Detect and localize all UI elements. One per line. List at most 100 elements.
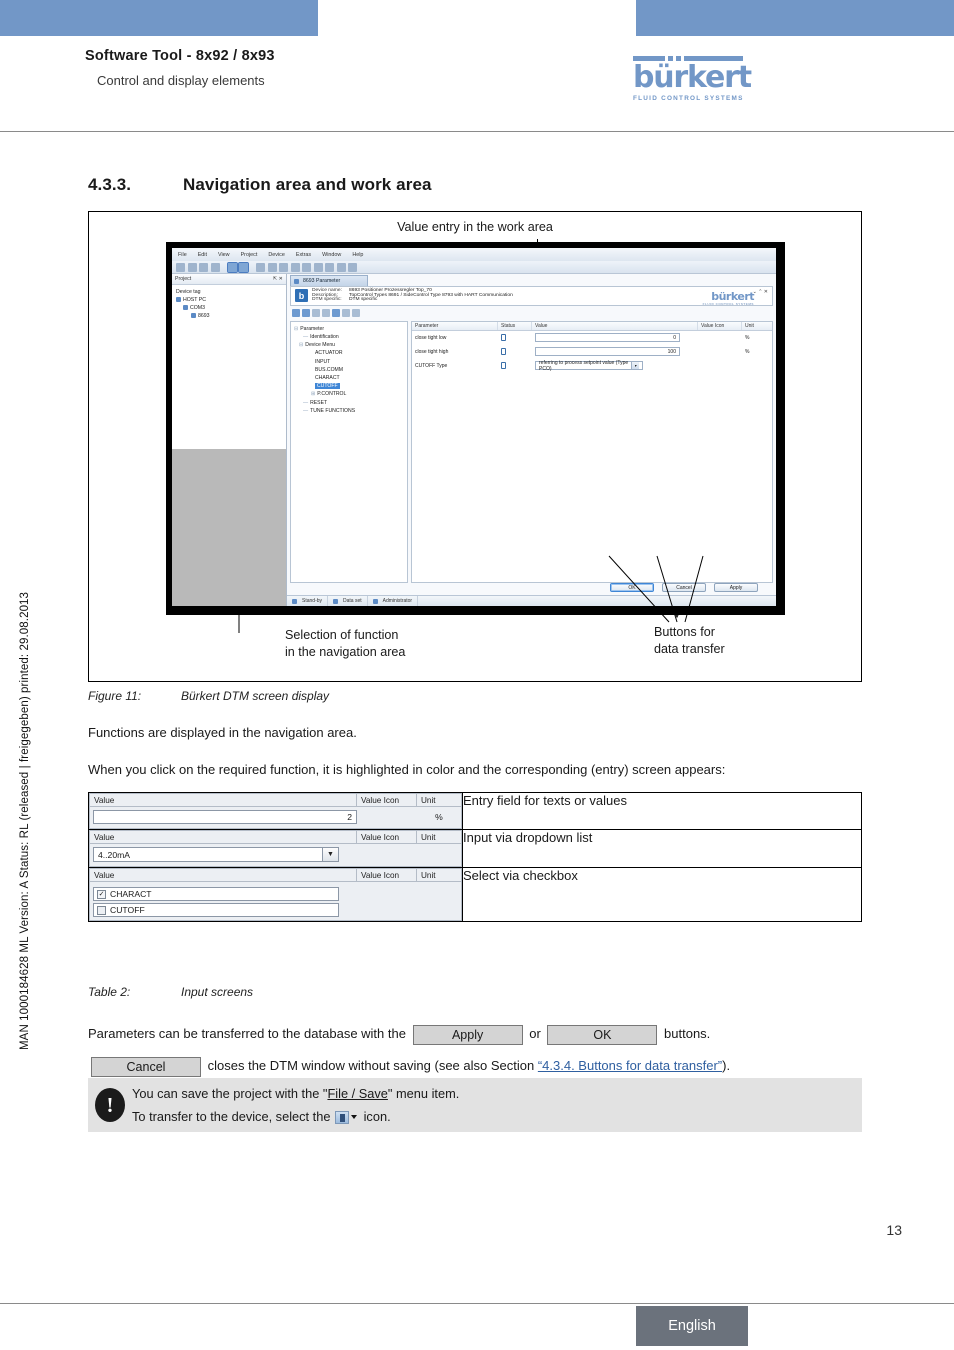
status-icon <box>501 334 506 342</box>
status-dataset: Data set <box>328 596 368 606</box>
refresh-icon[interactable] <box>332 309 340 318</box>
nav-item-parameter[interactable]: ⊟ Parameter <box>293 325 405 333</box>
checkbox-unchecked-icon[interactable] <box>97 905 106 915</box>
checkbox-row-charact[interactable]: ✓ CHARACT <box>93 887 339 901</box>
widget-col-value: Value <box>90 831 357 843</box>
menu-window[interactable]: Window <box>322 252 341 258</box>
nav-item-reset[interactable]: — RESET <box>293 399 405 407</box>
widget-dropdown: Value Value Icon Unit 4..20mA ▼ <box>88 829 463 868</box>
connect-icon[interactable] <box>290 262 300 272</box>
table-row: Value Value Icon Unit ✓ CHARACT CUTOFF S… <box>88 867 862 922</box>
dtm-secondary-toolbar[interactable] <box>287 308 776 319</box>
print-icon[interactable] <box>210 262 220 272</box>
col-status: Status <box>498 321 532 330</box>
transfer-paragraph: Parameters can be transferred to the dat… <box>88 1018 868 1082</box>
project-node-hostpc[interactable]: HOST PC <box>174 296 284 304</box>
callout-data-transfer: Buttons for data transfer <box>654 625 725 656</box>
nav-item-input[interactable]: INPUT <box>293 358 405 366</box>
cancel-button-inline[interactable]: Cancel <box>91 1056 201 1077</box>
dtm-toolbar[interactable] <box>172 261 776 274</box>
project-node-com3[interactable]: COM3 <box>174 304 284 312</box>
value-dropdown[interactable]: 4..20mA ▼ <box>93 847 339 862</box>
work-pane-tab[interactable]: 8693 Parameter <box>290 275 368 286</box>
user-icon <box>372 598 378 604</box>
cell-parameter: CUTOFF Type <box>415 362 448 369</box>
menu-project[interactable]: Project <box>241 252 258 258</box>
checkbox-checked-icon[interactable]: ✓ <box>97 889 106 899</box>
body-paragraph-2: When you click on the required function,… <box>88 762 726 777</box>
expand-all-icon[interactable] <box>292 309 300 318</box>
window-icon[interactable] <box>256 262 265 272</box>
nav-item-device-menu[interactable]: ⊟ Device Menu <box>293 341 405 349</box>
menu-edit[interactable]: Edit <box>198 252 207 258</box>
project-pane-header: Project ⇱ ✕ <box>172 274 286 285</box>
save-icon[interactable] <box>199 262 208 272</box>
navigation-tree[interactable]: ⊟ Parameter — Identification ⊟ Device Menu … <box>290 320 408 583</box>
section-cross-reference-link[interactable]: “4.3.4. Buttons for data transfer” <box>538 1058 722 1073</box>
transfer-or: or <box>529 1026 541 1041</box>
dtm-statusbar: Stand-by Data set Administrator <box>287 595 776 606</box>
write-device-icon[interactable] <box>322 309 330 318</box>
value-input[interactable]: 2 <box>93 810 357 824</box>
section-heading: 4.3.3. Navigation area and work area <box>88 175 432 195</box>
cancel-button[interactable]: Cancel <box>662 583 706 592</box>
transfer-device-icon[interactable] <box>313 262 323 272</box>
upload-icon[interactable] <box>267 262 277 272</box>
collapse-all-icon[interactable] <box>302 309 310 318</box>
cell-value[interactable]: 0 <box>532 333 698 343</box>
print-report-icon[interactable] <box>342 309 350 318</box>
dtm-menubar[interactable]: File Edit View Project Device Extras Win… <box>172 248 776 261</box>
table-row: Value Value Icon Unit 4..20mA ▼ Input vi… <box>88 829 862 868</box>
nav-item-cutoff[interactable]: CUTOFF <box>293 382 405 390</box>
cell-value[interactable]: 100 <box>532 347 698 357</box>
open-icon[interactable] <box>187 262 197 272</box>
unit-cell: % <box>435 812 443 822</box>
compare-icon[interactable] <box>325 262 334 272</box>
settings-icon[interactable] <box>352 309 360 318</box>
cell-unit: % <box>745 334 750 341</box>
read-device-icon[interactable] <box>312 309 320 318</box>
close-icon[interactable]: ⌄ ⌃ ✕ <box>753 289 768 295</box>
project-tree[interactable]: Device tag HOST PC COM3 8693 <box>172 285 286 449</box>
project-node-8693[interactable]: 8693 <box>174 312 284 320</box>
menu-extras[interactable]: Extras <box>296 252 311 258</box>
description-text-entry: Entry field for texts or values <box>462 792 862 830</box>
project-pane-pin-icon[interactable]: ⇱ ✕ <box>273 276 283 282</box>
header-accent-bar-left <box>0 0 318 36</box>
new-icon[interactable] <box>176 262 185 272</box>
transfer-text-after: buttons. <box>664 1026 711 1041</box>
menu-help[interactable]: Help <box>352 252 363 258</box>
apply-button-inline[interactable]: Apply <box>412 1024 523 1045</box>
nav-item-bus-comm[interactable]: BUS.COMM <box>293 366 405 374</box>
menu-view[interactable]: View <box>218 252 230 258</box>
nav-item-p-control[interactable]: ⊞ P.CONTROL <box>293 390 405 398</box>
document-margin-note: MAN 1000184628 ML Version: A Status: RL … <box>19 591 31 1050</box>
body-paragraph-1: Functions are displayed in the navigatio… <box>88 725 357 740</box>
widget-col-value: Value <box>90 869 357 881</box>
scan-icon[interactable] <box>238 261 249 273</box>
cell-value[interactable]: referring to process setpoint value (Typ… <box>532 360 698 372</box>
nav-item-tune-functions[interactable]: — TUNE FUNCTIONS <box>293 407 405 415</box>
checkbox-row-cutoff[interactable]: CUTOFF <box>93 903 339 917</box>
ok-button[interactable]: OK <box>610 583 654 592</box>
network-icon[interactable] <box>336 262 346 272</box>
chevron-down-icon[interactable]: ▼ <box>322 848 338 861</box>
nav-item-charact[interactable]: CHARACT <box>293 374 405 382</box>
table-icon[interactable] <box>348 262 357 272</box>
logo-tagline: FLUID CONTROL SYSTEMS <box>633 95 744 102</box>
disconnect-icon[interactable] <box>302 262 311 272</box>
apply-button[interactable]: Apply <box>714 583 758 592</box>
parameter-grid-header: Parameter Status Value Value Icon Unit <box>412 321 772 331</box>
menu-file[interactable]: File <box>178 252 187 258</box>
widget-body: 2 % <box>89 807 462 829</box>
download-icon[interactable] <box>279 262 288 272</box>
status-icon <box>501 362 506 370</box>
device-catalog-icon[interactable] <box>226 261 238 273</box>
nav-item-actuator[interactable]: ACTUATOR <box>293 349 405 357</box>
ok-button-inline[interactable]: OK <box>547 1024 658 1045</box>
chevron-down-icon[interactable]: ▾ <box>630 362 639 370</box>
nav-item-identification[interactable]: — Identification <box>293 333 405 341</box>
cutoff-type-dropdown[interactable]: referring to process setpoint value (Typ… <box>535 360 643 372</box>
description-dropdown: Input via dropdown list <box>462 829 862 868</box>
menu-device[interactable]: Device <box>268 252 284 258</box>
